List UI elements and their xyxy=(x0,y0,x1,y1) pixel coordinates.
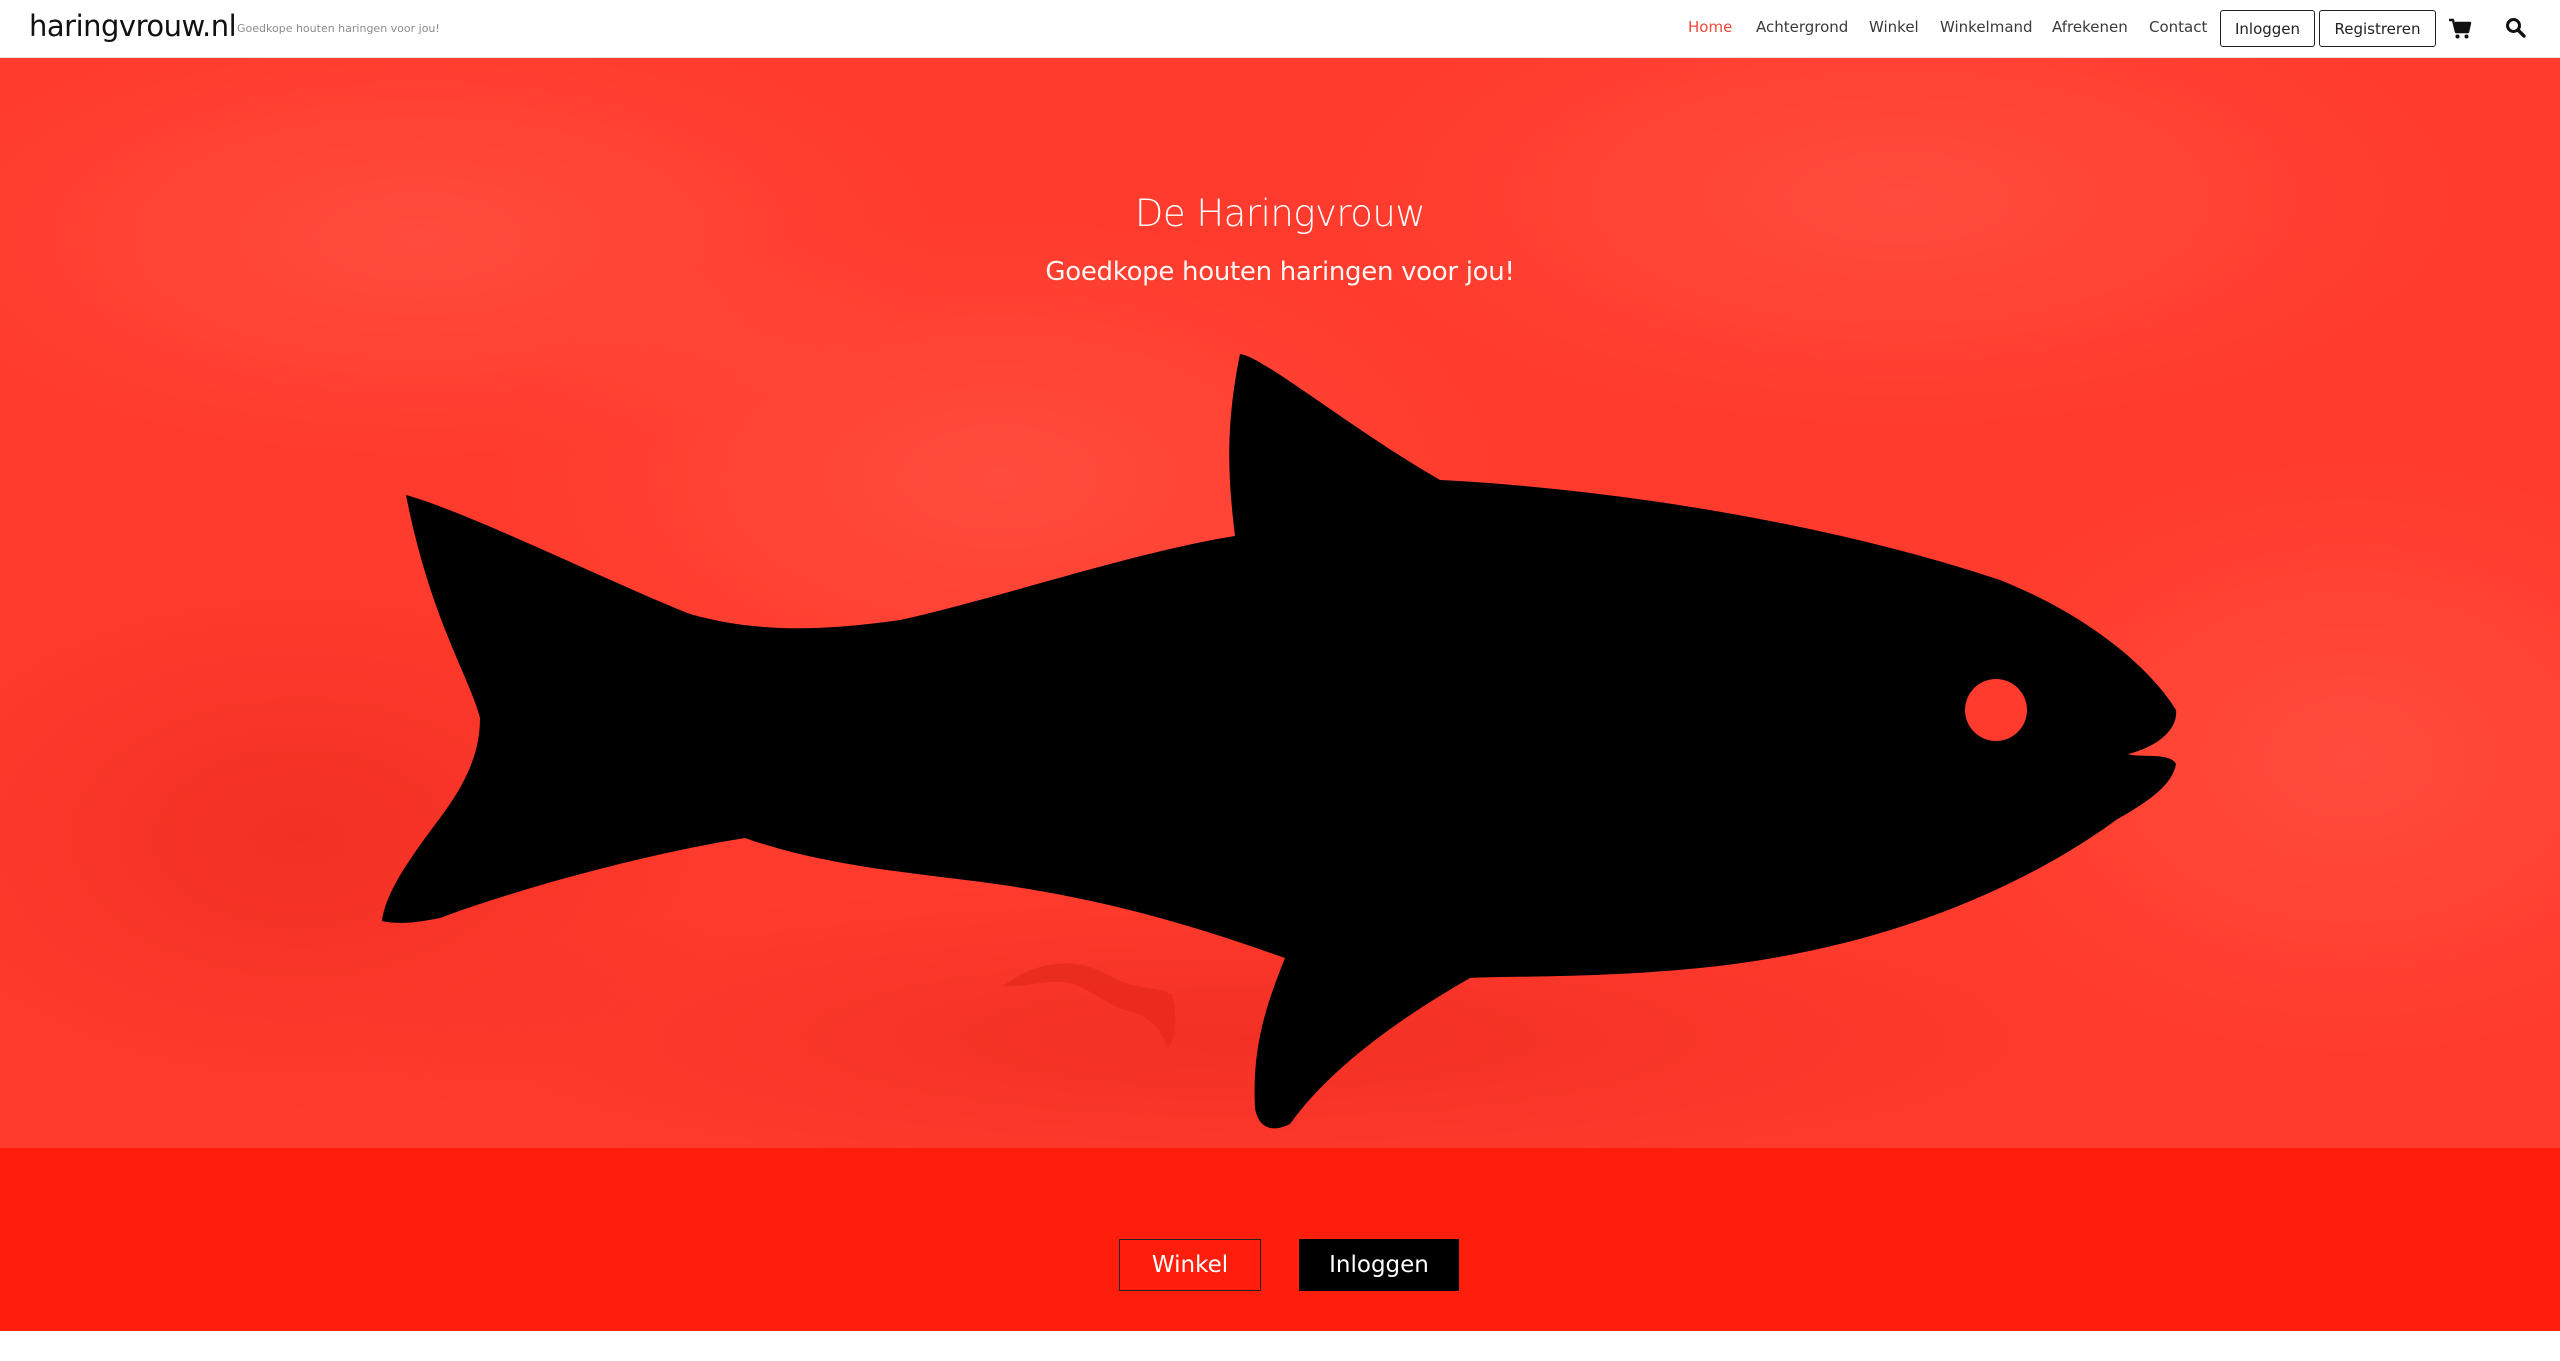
cart-icon[interactable] xyxy=(2447,15,2473,41)
nav-achtergrond[interactable]: Achtergrond xyxy=(1756,18,1848,36)
fish-silhouette xyxy=(382,354,2177,1129)
nav-contact[interactable]: Contact xyxy=(2149,18,2207,36)
site-tagline: Goedkope houten haringen voor jou! xyxy=(237,22,440,35)
search-icon[interactable] xyxy=(2503,15,2529,41)
page-bottom-strip xyxy=(0,1331,2560,1361)
shop-button[interactable]: Winkel xyxy=(1119,1239,1261,1291)
fish-body xyxy=(382,354,2177,1129)
login-button[interactable]: Inloggen xyxy=(2220,10,2315,47)
nav-home[interactable]: Home xyxy=(1688,18,1732,36)
nav-winkel[interactable]: Winkel xyxy=(1869,18,1919,36)
action-band: Winkel Inloggen xyxy=(0,1148,2560,1331)
nav-afrekenen[interactable]: Afrekenen xyxy=(2052,18,2128,36)
fish-eye xyxy=(1965,679,2027,741)
hero-section: De Haringvrouw Goedkope houten haringen … xyxy=(0,58,2560,1148)
nav-winkelmand[interactable]: Winkelmand xyxy=(1940,18,2033,36)
site-header: haringvrouw.nl Goedkope houten haringen … xyxy=(0,0,2560,58)
hero-login-button[interactable]: Inloggen xyxy=(1299,1239,1459,1291)
register-button[interactable]: Registreren xyxy=(2319,10,2436,47)
site-logo[interactable]: haringvrouw.nl xyxy=(29,9,237,43)
